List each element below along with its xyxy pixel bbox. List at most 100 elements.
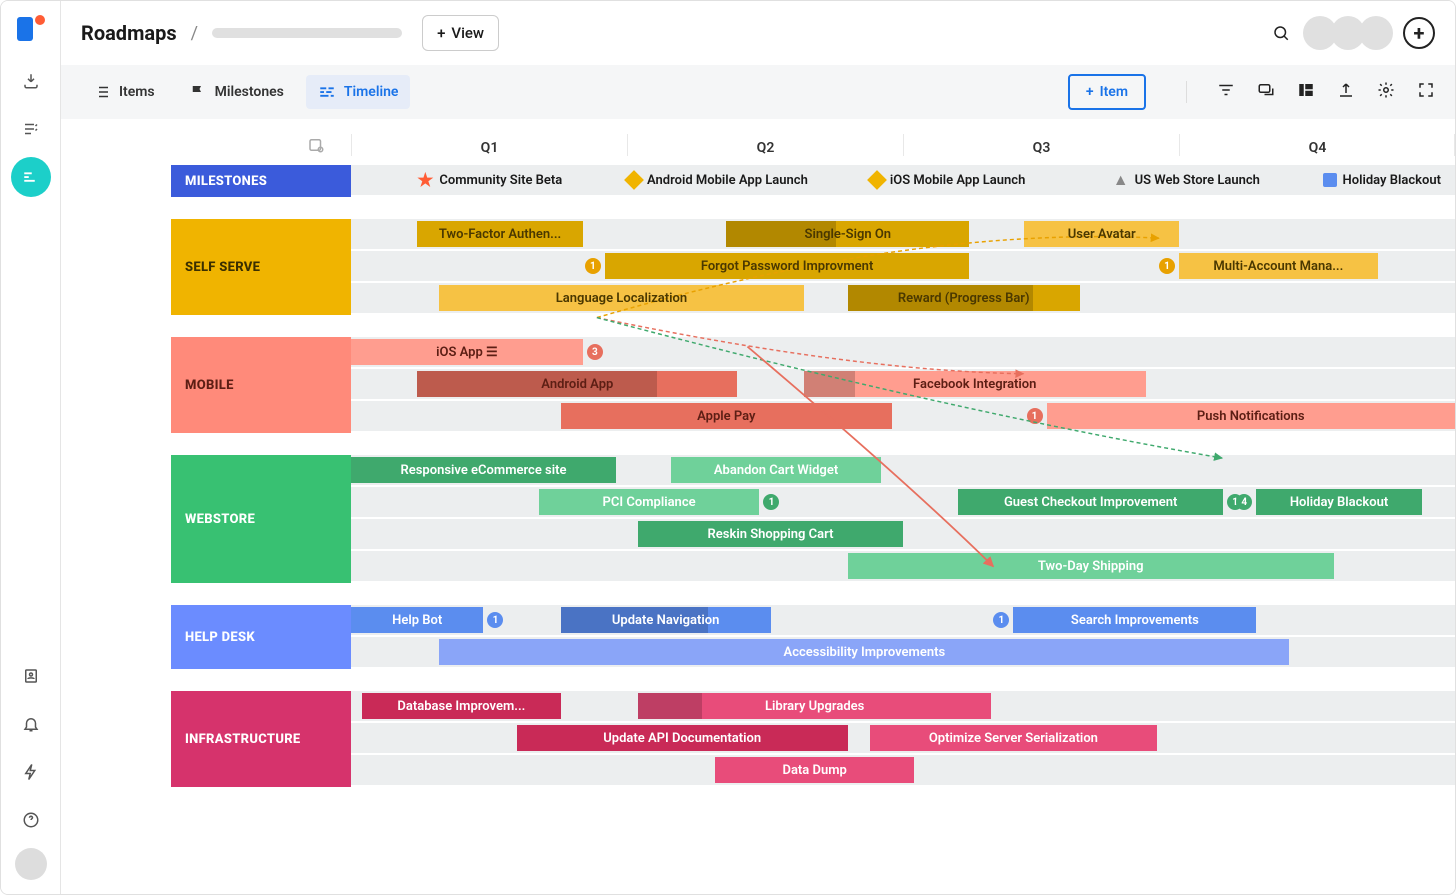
timeline-bar[interactable]: Reward (Progress Bar) xyxy=(848,285,1080,311)
add-collaborator-button[interactable]: + xyxy=(1403,17,1435,49)
user-avatar[interactable] xyxy=(15,848,47,880)
timeline-bar[interactable]: Forgot Password Improvment xyxy=(605,253,969,279)
nav-bell-icon[interactable] xyxy=(11,704,51,744)
timeline-bar[interactable]: User Avatar xyxy=(1024,221,1179,247)
breadcrumb-separator: / xyxy=(191,23,198,44)
timeline-bar[interactable]: Apple Pay xyxy=(561,403,892,429)
timeline-header: Q1Q2Q3Q4 xyxy=(61,125,1455,165)
page-title: Roadmaps xyxy=(81,21,177,45)
dependency-badge[interactable]: 1 xyxy=(585,258,601,274)
dependency-badge[interactable]: 1 xyxy=(1159,258,1175,274)
quarter-header: Q1 xyxy=(351,134,627,156)
bar-label: Multi-Account Mana... xyxy=(1213,259,1343,274)
diamond-icon xyxy=(624,170,644,190)
bar-label: Abandon Cart Widget xyxy=(714,463,838,478)
nav-roadmap-icon[interactable] xyxy=(11,157,51,197)
timeline-bar[interactable]: Two-Day Shipping xyxy=(848,553,1334,579)
timeline-chart: Q1Q2Q3Q4 MILESTONES ★Community Site Beta A… xyxy=(61,119,1455,894)
timeline-bar[interactable]: Optimize Server Serialization xyxy=(870,725,1157,751)
timeline-bar[interactable]: Guest Checkout Improvement xyxy=(958,489,1223,515)
dependency-badge[interactable]: 1 xyxy=(993,612,1009,628)
timeline-bar[interactable]: Database Improvem... xyxy=(362,693,561,719)
add-item-button[interactable]: + Item xyxy=(1068,74,1146,110)
timeline-bar[interactable]: Single-Sign On xyxy=(726,221,969,247)
bar-label: User Avatar xyxy=(1068,227,1136,242)
quarter-header: Q4 xyxy=(1179,134,1455,156)
date-settings-icon[interactable] xyxy=(307,136,325,154)
dependency-badge[interactable]: 3 xyxy=(587,344,603,360)
plus-icon: + xyxy=(1086,84,1094,100)
collaborator-avatars[interactable] xyxy=(1309,16,1393,50)
dependency-badge[interactable]: 1 xyxy=(487,612,503,628)
dependency-badge[interactable]: 1 xyxy=(1027,408,1043,424)
timeline-bar[interactable]: Language Localization xyxy=(439,285,803,311)
milestone-label: Holiday Blackout xyxy=(1343,173,1441,188)
nav-contacts-icon[interactable] xyxy=(11,656,51,696)
bar-label: Guest Checkout Improvement xyxy=(1004,495,1177,510)
timeline-row: Accessibility Improvements xyxy=(351,637,1455,667)
timeline-bar[interactable]: Accessibility Improvements xyxy=(439,639,1289,665)
bar-label: Android App xyxy=(541,377,613,392)
milestone-item[interactable]: ▲US Web Store Launch xyxy=(1113,170,1260,190)
milestone-item[interactable]: iOS Mobile App Launch xyxy=(870,173,1025,188)
bar-label: iOS App ☰ xyxy=(436,345,498,360)
timeline-bar[interactable]: Push Notifications xyxy=(1047,403,1455,429)
tab-items[interactable]: Items xyxy=(81,75,167,109)
bar-label: PCI Compliance xyxy=(603,495,696,510)
search-icon[interactable] xyxy=(1263,15,1299,51)
timeline-row: Android App Facebook Integration xyxy=(351,369,1455,399)
swimlane-label[interactable]: MILESTONES xyxy=(171,165,351,197)
tab-items-label: Items xyxy=(119,84,155,100)
milestone-item[interactable]: Holiday Blackout xyxy=(1323,173,1441,188)
swimlane-label[interactable]: WEBSTORE xyxy=(171,455,351,583)
swimlane-lanes: iOS App ☰ 3 Android App Facebook Integratio… xyxy=(351,337,1455,433)
gear-icon[interactable] xyxy=(1377,81,1395,103)
quarter-header: Q2 xyxy=(627,134,903,156)
nav-list-icon[interactable] xyxy=(11,109,51,149)
timeline-bar[interactable]: Reskin Shopping Cart xyxy=(638,521,903,547)
filter-icon[interactable] xyxy=(1217,81,1235,103)
add-view-button[interactable]: + View xyxy=(422,15,499,51)
swimlane-label[interactable]: MOBILE xyxy=(171,337,351,433)
layout-icon[interactable] xyxy=(1297,81,1315,103)
link-icon[interactable] xyxy=(1257,81,1275,103)
swimlane-label[interactable]: SELF SERVE xyxy=(171,219,351,315)
timeline-bar[interactable]: Android App xyxy=(417,371,737,397)
timeline-bar[interactable]: Library Upgrades xyxy=(638,693,991,719)
nav-import-icon[interactable] xyxy=(11,61,51,101)
timeline-bar[interactable]: Help Bot xyxy=(351,607,483,633)
nav-bolt-icon[interactable] xyxy=(11,752,51,792)
timeline-bar[interactable]: Search Improvements xyxy=(1013,607,1256,633)
bar-label: Language Localization xyxy=(556,291,687,306)
fullscreen-icon[interactable] xyxy=(1417,81,1435,103)
timeline-bar[interactable]: Update API Documentation xyxy=(517,725,848,751)
swimlane-label[interactable]: HELP DESK xyxy=(171,605,351,669)
left-nav-rail xyxy=(1,1,61,894)
milestone-label: Community Site Beta xyxy=(439,173,562,188)
timeline-bar[interactable]: Multi-Account Mana... xyxy=(1179,253,1378,279)
timeline-bar[interactable]: Holiday Blackout xyxy=(1256,489,1422,515)
timeline-bar[interactable]: Facebook Integration xyxy=(804,371,1146,397)
timeline-bar[interactable]: PCI Compliance xyxy=(539,489,760,515)
tab-milestones[interactable]: Milestones xyxy=(177,75,296,109)
tab-timeline[interactable]: Timeline xyxy=(306,75,411,109)
timeline-row: iOS App ☰ 3 xyxy=(351,337,1455,367)
dependency-badge[interactable]: 1 xyxy=(763,494,779,510)
timeline-bar[interactable]: iOS App ☰ xyxy=(351,339,583,365)
dependency-badge[interactable]: 4 xyxy=(1236,494,1252,510)
timeline-bar[interactable]: Abandon Cart Widget xyxy=(671,457,881,483)
timeline-bar[interactable]: Responsive eCommerce site xyxy=(351,457,616,483)
bar-label: Search Improvements xyxy=(1071,613,1199,628)
nav-help-icon[interactable] xyxy=(11,800,51,840)
milestone-item[interactable]: Android Mobile App Launch xyxy=(627,173,808,188)
bar-label: Update API Documentation xyxy=(603,731,761,746)
timeline-bar[interactable]: Update Navigation xyxy=(561,607,771,633)
timeline-bar[interactable]: Two-Factor Authen... xyxy=(417,221,583,247)
milestone-item[interactable]: ★Community Site Beta xyxy=(417,170,562,191)
timeline-row: Two-Factor Authen... Single-Sign On User A… xyxy=(351,219,1455,249)
toolbar-actions xyxy=(1186,81,1435,103)
export-icon[interactable] xyxy=(1337,81,1355,103)
timeline-bar[interactable]: Data Dump xyxy=(715,757,914,783)
swimlane-label[interactable]: INFRASTRUCTURE xyxy=(171,691,351,787)
add-item-label: Item xyxy=(1100,84,1128,100)
